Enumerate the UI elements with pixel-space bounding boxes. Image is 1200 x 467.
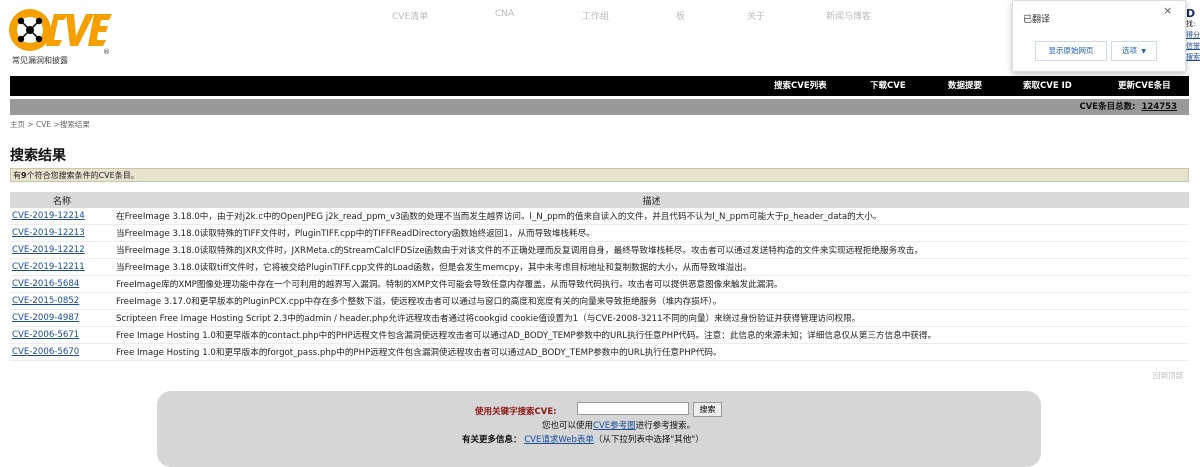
- search-button[interactable]: 搜索: [693, 402, 722, 417]
- cve-description: FreeImage库的XMP图像处理功能中存在一个可利用的越界写入漏洞。特制的X…: [114, 275, 1189, 293]
- menu-update-cve-entry[interactable]: 更新CVE条目: [1118, 76, 1171, 96]
- logo-subtitle: 常见漏洞和披露: [12, 56, 68, 65]
- nav-news-blog[interactable]: 新闻与博客: [826, 9, 871, 22]
- table-row: CVE-2009-4987 Scripteen Free Image Hostin…: [10, 309, 1189, 327]
- results-table: 名称 描述 CVE-2019-12214 在FreeImage 3.18.0中，由…: [10, 192, 1189, 361]
- cve-description: 当FreeImage 3.18.0读取tiff文件时，它将被交给PluginTI…: [114, 258, 1189, 276]
- menu-download-cve[interactable]: 下载CVE: [870, 76, 906, 96]
- registered-mark: ®: [103, 48, 110, 56]
- cve-id-link[interactable]: CVE-2019-12213: [12, 228, 85, 238]
- cve-id-link[interactable]: CVE-2006-5670: [12, 347, 79, 357]
- nav-about[interactable]: 关于: [747, 9, 765, 22]
- cve-description: 当FreeImage 3.18.0读取特殊的JXR文件时，JXRMeta.c的S…: [114, 241, 1189, 259]
- total-count: CVE条目总数: 124753: [1079, 99, 1177, 115]
- edge-fragment: 找:: [1186, 20, 1196, 28]
- edge-fragment[interactable]: 信誉: [1186, 41, 1200, 52]
- show-original-button[interactable]: 显示原始网页: [1035, 41, 1107, 61]
- table-row: CVE-2016-5684 FreeImage库的XMP图像处理功能中存在一个可利…: [10, 275, 1189, 293]
- cve-logo-graphic: ®: [9, 9, 112, 56]
- options-label: 选项: [1121, 46, 1137, 55]
- nav-board[interactable]: 板: [676, 9, 685, 22]
- menu-data-feeds[interactable]: 数据提要: [948, 76, 982, 96]
- reference-note-prefix: 您也可以使用: [542, 421, 594, 431]
- header-name: 名称: [10, 192, 114, 208]
- table-row: CVE-2015-0852 FreeImage 3.17.0和更早版本的Plugi…: [10, 292, 1189, 310]
- table-row: CVE-2006-5671 Free Image Hosting 1.0和更早版本…: [10, 326, 1189, 344]
- cve-description: Scripteen Free Image Hosting Script 2.3中…: [114, 309, 1189, 327]
- table-header-row: 名称 描述: [10, 192, 1189, 208]
- cve-id-link[interactable]: CVE-2019-12211: [12, 262, 85, 272]
- menu-search-cve-list[interactable]: 搜索CVE列表: [774, 76, 827, 96]
- reference-map-note: 您也可以使用CVE参考图进行参考搜索。: [542, 419, 695, 431]
- edge-fragment[interactable]: 得分: [1186, 30, 1200, 41]
- clipped-right-edge: D 找: 得分 信誉 搜索: [1186, 0, 1200, 70]
- back-to-top-link[interactable]: 回到顶部: [1153, 370, 1183, 381]
- cve-id-link[interactable]: CVE-2016-5684: [12, 279, 79, 289]
- reference-note-suffix: 进行参考搜索。: [635, 421, 696, 431]
- count-bar: CVE条目总数: 124753: [10, 99, 1189, 115]
- result-note-prefix: 有: [13, 171, 21, 180]
- more-info-note: 有关更多信息： CVE请求Web表单（从下拉列表中选择"其他"）: [462, 433, 704, 445]
- cve-id-link[interactable]: CVE-2019-12212: [12, 245, 85, 255]
- cve-id-link[interactable]: CVE-2006-5671: [12, 330, 79, 340]
- edge-fragment: D: [1186, 7, 1196, 20]
- caret-down-icon: ▼: [1141, 48, 1146, 55]
- total-count-label: CVE条目总数:: [1079, 102, 1136, 112]
- cve-description: Free Image Hosting 1.0和更早版本的contact.php中…: [114, 326, 1189, 344]
- translate-title: 已翻译: [1023, 15, 1051, 25]
- keyword-search-panel: 使用关键字搜索CVE: 搜索 您也可以使用CVE参考图进行参考搜索。 有关更多信…: [157, 391, 1041, 467]
- table-row: CVE-2006-5670 Free Image Hosting 1.0和更早版本…: [10, 343, 1189, 361]
- table-row: CVE-2019-12211 当FreeImage 3.18.0读取tiff文件时…: [10, 258, 1189, 276]
- nav-working-groups[interactable]: 工作组: [582, 9, 609, 22]
- cve-id-link[interactable]: CVE-2009-4987: [12, 313, 79, 323]
- cve-description: 在FreeImage 3.18.0中，由于对j2k.c中的OpenJPEG j2…: [114, 208, 1189, 225]
- total-count-value[interactable]: 124753: [1142, 102, 1178, 112]
- cve-id-link[interactable]: CVE-2015-0852: [12, 296, 79, 306]
- cve-request-form-link[interactable]: CVE请求Web表单: [524, 435, 594, 445]
- edge-fragment[interactable]: 搜索: [1186, 52, 1200, 63]
- more-info-suffix: （从下拉列表中选择"其他"）: [593, 435, 704, 445]
- options-button[interactable]: 选项 ▼: [1111, 41, 1157, 61]
- page-title: 搜索结果: [10, 148, 66, 164]
- nav-cve-list[interactable]: CVE清单: [392, 9, 428, 22]
- table-row: CVE-2019-12213 当FreeImage 3.18.0读取特殊的TIFF…: [10, 224, 1189, 242]
- breadcrumb[interactable]: 主页 > CVE >搜索结果: [10, 119, 90, 130]
- nav-cna[interactable]: CNA: [495, 9, 514, 19]
- more-info-label: 有关更多信息：: [462, 435, 522, 445]
- keyword-search-label: 使用关键字搜索CVE:: [475, 407, 557, 417]
- cve-id-link[interactable]: CVE-2019-12214: [12, 211, 85, 221]
- cve-description: FreeImage 3.17.0和更早版本的PluginPCX.cpp中存在多个…: [114, 292, 1189, 310]
- result-note-suffix: 个符合您搜索条件的CVE条目。: [26, 171, 139, 180]
- table-row: CVE-2019-12212 当FreeImage 3.18.0读取特殊的JXR文…: [10, 241, 1189, 259]
- translate-popup: 已翻译 × 显示原始网页 选项 ▼: [1012, 0, 1186, 72]
- close-icon[interactable]: ×: [1163, 4, 1172, 17]
- main-menu-bar: 搜索CVE列表 下载CVE 数据提要 索取CVE ID 更新CVE条目: [10, 76, 1189, 96]
- cve-description: 当FreeImage 3.18.0读取特殊的TIFF文件时，PluginTIFF…: [114, 224, 1189, 242]
- table-row: CVE-2019-12214 在FreeImage 3.18.0中，由于对j2k.…: [10, 208, 1189, 225]
- cve-description: Free Image Hosting 1.0和更早版本的forgot_pass.…: [114, 343, 1189, 361]
- reference-map-link[interactable]: CVE参考图: [593, 421, 636, 431]
- result-count-note: 有9个符合您搜索条件的CVE条目。: [10, 168, 1189, 182]
- header-description: 描述: [114, 192, 1189, 208]
- menu-request-cve-id[interactable]: 索取CVE ID: [1023, 76, 1072, 96]
- keyword-search-input[interactable]: [577, 402, 689, 415]
